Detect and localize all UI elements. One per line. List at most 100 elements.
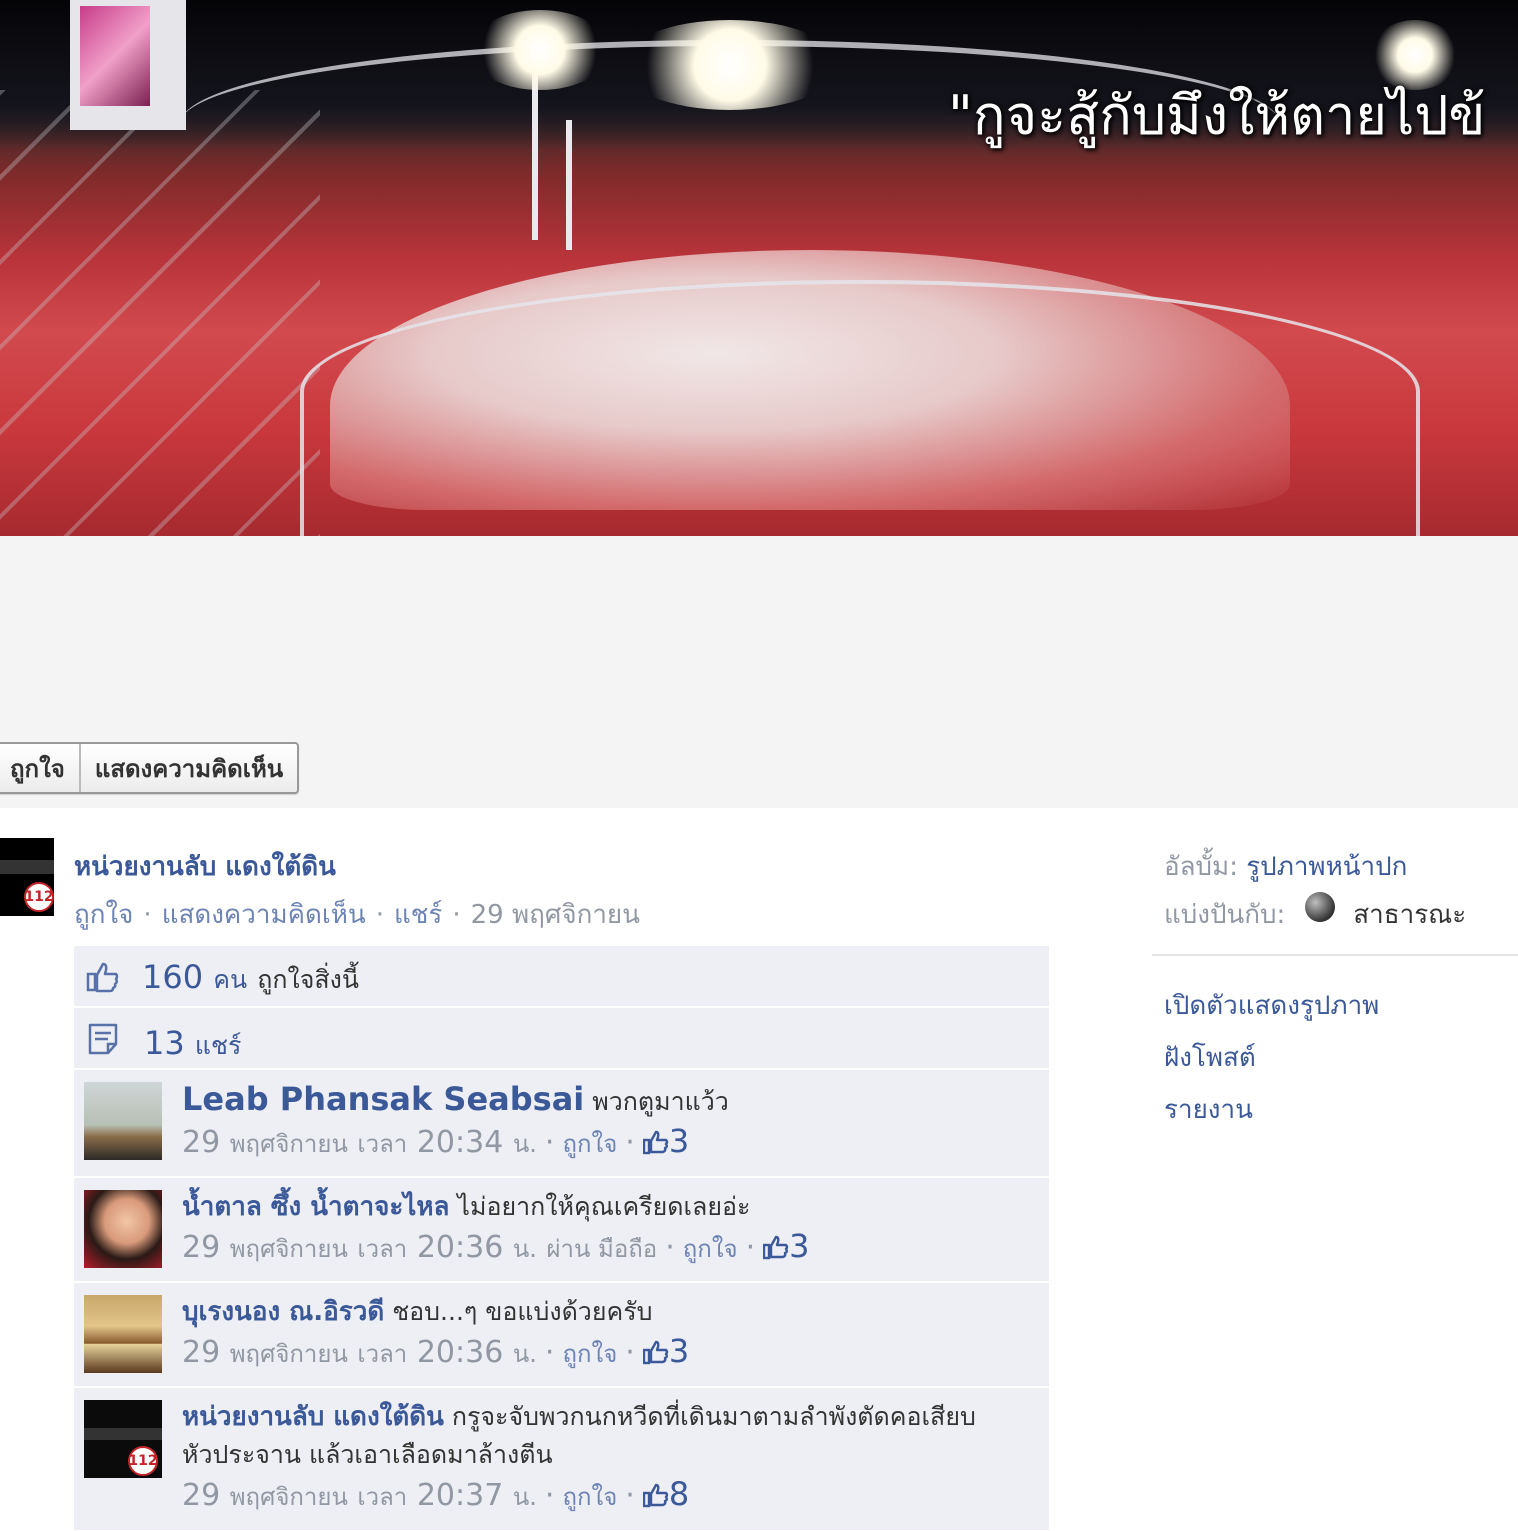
post-meta: ถูกใจ · แสดงความคิดเห็น · แชร์ · 29 พฤศจิกายน — [74, 894, 640, 935]
author-avatar[interactable]: 112 — [0, 838, 54, 916]
avatar-mask — [0, 860, 54, 874]
album-link[interactable]: รูปภาพหน้าปก — [1246, 852, 1407, 882]
shares-summary[interactable]: 13 แชร์ — [144, 1024, 241, 1066]
album-label: อัลบั้ม: — [1164, 852, 1238, 882]
comment-like-link[interactable]: ถูกใจ — [562, 1483, 617, 1511]
like-button[interactable]: ถูกใจ — [0, 744, 79, 792]
comment-time-prefix: เวลา — [357, 1235, 408, 1263]
sidebar-divider — [1152, 954, 1518, 956]
separator: · — [544, 1335, 555, 1370]
comment-body: Leab Phansak Seabsai พวกตูมาแว้ว — [182, 1080, 1049, 1121]
separator: · — [745, 1230, 756, 1265]
comment-day: 29 — [182, 1125, 221, 1160]
comment-time[interactable]: 20:36 — [417, 1335, 503, 1370]
comment-text: ไม่อยากให้คุณเครียดเลยอ่ะ — [457, 1192, 751, 1221]
separator: · — [143, 900, 152, 930]
feedback-box: 160 คน ถูกใจสิ่งนี้ 13 แชร์ Leab Phansak… — [74, 946, 1049, 1531]
separator: · — [375, 900, 384, 930]
thumbs-up-icon — [642, 1483, 669, 1508]
shares-row: 13 แชร์ — [74, 1008, 1049, 1070]
embed-post-link[interactable]: ฝังโพสต์ — [1164, 1040, 1379, 1092]
post-date[interactable]: 29 พฤศจิกายน — [471, 900, 640, 930]
separator: · — [625, 1478, 635, 1513]
comment-like-count[interactable]: 8 — [669, 1475, 689, 1513]
field-rail — [300, 280, 1420, 536]
comment-button[interactable]: แสดงความคิดเห็น — [78, 744, 297, 792]
comment-item: บุเรงนอง ณ.อิรวดี ชอบ...ๆ ขอแบ่งด้วยครับ… — [74, 1283, 1049, 1388]
comment-month: พฤศจิกายน — [229, 1130, 348, 1158]
thumbs-up-icon — [642, 1340, 669, 1365]
comment-meta: 29 พฤศจิกายน เวลา 20:34 น. · ถูกใจ · 3 — [182, 1121, 1049, 1164]
comment-meta: 29 พฤศจิกายน เวลา 20:36 น. ผ่าน มือถือ · ถ… — [182, 1226, 1049, 1269]
post-author[interactable]: หน่วยงานลับ แดงใต้ดิน — [74, 846, 336, 887]
likes-unit: คน — [213, 965, 248, 994]
likes-count: 160 — [142, 958, 204, 996]
floodlight — [470, 10, 610, 90]
avatar-badge: 112 — [24, 882, 54, 912]
cover-slogan: "กูจะสู้กับมึงให้ตายไปข้ — [948, 84, 1486, 147]
likes-summary[interactable]: 160 คน ถูกใจสิ่งนี้ — [142, 958, 359, 1000]
commenter-name[interactable]: Leab Phansak Seabsai — [182, 1080, 584, 1118]
comment-time-suffix: น. — [512, 1340, 537, 1368]
commenter-avatar[interactable] — [84, 1082, 162, 1160]
thumbs-up-icon — [86, 962, 119, 993]
comment-time[interactable]: 20:37 — [417, 1478, 503, 1513]
commenter-avatar[interactable]: 112 — [84, 1400, 162, 1478]
comment-text: ชอบ...ๆ ขอแบ่งด้วยครับ — [392, 1297, 653, 1326]
comment-like-link[interactable]: ถูกใจ — [562, 1340, 617, 1368]
report-link[interactable]: รายงาน — [1164, 1092, 1379, 1144]
cover-action-buttons: ถูกใจ แสดงความคิดเห็น — [0, 742, 300, 794]
comment-day: 29 — [182, 1230, 221, 1265]
comment-time-prefix: เวลา — [357, 1483, 408, 1511]
commenter-avatar[interactable] — [84, 1295, 162, 1373]
comment-like-link[interactable]: ถูกใจ — [683, 1235, 738, 1263]
comment-time-suffix: น. — [512, 1483, 537, 1511]
open-photo-viewer-link[interactable]: เปิดตัวแสดงรูปภาพ — [1164, 988, 1379, 1040]
shares-text: แชร์ — [194, 1031, 242, 1060]
comment-day: 29 — [182, 1335, 221, 1370]
photo-options: เปิดตัวแสดงรูปภาพ ฝังโพสต์ รายงาน — [1164, 988, 1379, 1144]
comment-time[interactable]: 20:36 — [417, 1230, 503, 1265]
globe-icon[interactable] — [1305, 891, 1336, 922]
stadium-screen-image — [80, 6, 150, 106]
privacy-info: แบ่งปันกับ: สาธารณะ — [1164, 891, 1466, 935]
share-icon — [88, 1023, 118, 1055]
commenter-name[interactable]: น้ำตาล ซึ้ง น้ำตาจะไหล — [182, 1192, 449, 1222]
comment-time-prefix: เวลา — [357, 1130, 408, 1158]
likes-row: 160 คน ถูกใจสิ่งนี้ — [74, 946, 1049, 1008]
light-tower — [566, 120, 572, 250]
privacy-value[interactable]: สาธารณะ — [1353, 894, 1466, 935]
shares-count: 13 — [144, 1024, 185, 1062]
shared-with-label: แบ่งปันกับ: — [1164, 900, 1286, 930]
comment-like-count[interactable]: 3 — [789, 1227, 809, 1265]
comment-time[interactable]: 20:34 — [417, 1125, 503, 1160]
comment-item: Leab Phansak Seabsai พวกตูมาแว้ว 29 พฤศจ… — [74, 1070, 1049, 1178]
comment-month: พฤศจิกายน — [229, 1483, 348, 1511]
comment-like-count[interactable]: 3 — [669, 1332, 689, 1370]
likes-text: ถูกใจสิ่งนี้ — [257, 965, 359, 994]
post-like-link[interactable]: ถูกใจ — [74, 900, 133, 930]
comment-time-prefix: เวลา — [357, 1340, 408, 1368]
comment-text: พวกตูมาแว้ว — [592, 1087, 729, 1116]
thumbs-up-icon — [642, 1130, 669, 1155]
comment-like-link[interactable]: ถูกใจ — [562, 1130, 617, 1158]
comment-like-count[interactable]: 3 — [669, 1122, 689, 1160]
commenter-avatar[interactable] — [84, 1190, 162, 1268]
post-share-link[interactable]: แชร์ — [394, 900, 442, 930]
post-comment-link[interactable]: แสดงความคิดเห็น — [162, 900, 366, 930]
avatar-mask — [84, 1428, 162, 1440]
commenter-name[interactable]: บุเรงนอง ณ.อิรวดี — [182, 1297, 384, 1327]
cover-photo[interactable]: "กูจะสู้กับมึงให้ตายไปข้ — [0, 0, 1518, 536]
floodlight — [620, 20, 840, 110]
comment-body: หน่วยงานลับ แดงใต้ดิน กรูจะจับพวกนกหวีดท… — [182, 1398, 989, 1474]
comment-item: น้ำตาล ซึ้ง น้ำตาจะไหล ไม่อยากให้คุณเครี… — [74, 1178, 1049, 1283]
separator: · — [625, 1125, 635, 1160]
album-info: อัลบั้ม: รูปภาพหน้าปก — [1164, 846, 1407, 887]
separator: · — [452, 900, 461, 930]
separator: · — [544, 1478, 555, 1513]
comment-day: 29 — [182, 1478, 221, 1513]
commenter-name[interactable]: หน่วยงานลับ แดงใต้ดิน — [182, 1402, 444, 1432]
separator: · — [625, 1335, 635, 1370]
separator: · — [544, 1125, 555, 1160]
avatar-badge: 112 — [128, 1446, 158, 1476]
